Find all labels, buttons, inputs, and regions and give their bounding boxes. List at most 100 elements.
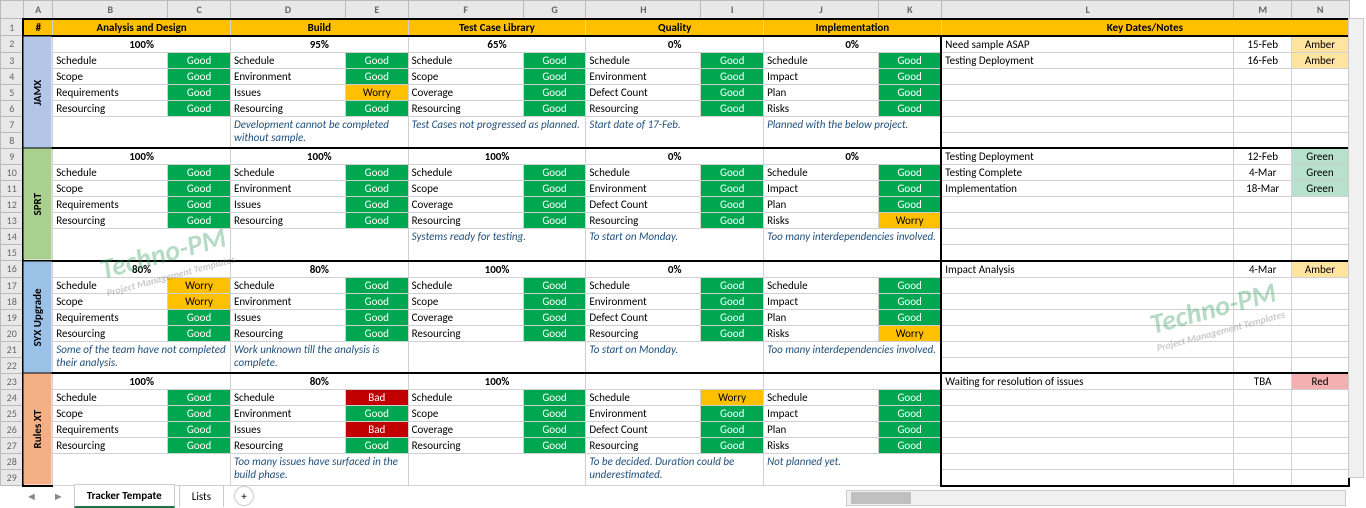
item-status[interactable]: Good	[879, 406, 942, 422]
row-header[interactable]: 21	[1, 341, 24, 357]
keydate-status[interactable]	[1291, 390, 1349, 406]
keydate-label[interactable]: Testing Deployment	[941, 148, 1234, 165]
item-status[interactable]: Good	[345, 213, 408, 229]
row-header[interactable]: 17	[1, 277, 24, 293]
item-status[interactable]: Good	[523, 293, 586, 309]
item-status[interactable]: Good	[879, 165, 942, 181]
keydate-label[interactable]	[941, 422, 1234, 438]
keydate-date[interactable]	[1234, 197, 1291, 213]
item-label[interactable]: Requirements	[53, 422, 168, 438]
item-label[interactable]: Resourcing	[230, 213, 345, 229]
keydate-date[interactable]	[1234, 325, 1291, 341]
column-header[interactable]: G	[523, 1, 586, 19]
keydate-date[interactable]: TBA	[1234, 373, 1291, 390]
item-label[interactable]: Schedule	[586, 165, 701, 181]
percent-complete[interactable]: 100%	[53, 373, 231, 390]
item-status[interactable]: Good	[523, 277, 586, 293]
item-label[interactable]: Scope	[53, 293, 168, 309]
nav-prev-icon[interactable]: ◄	[20, 490, 43, 503]
keydate-label[interactable]: Implementation	[941, 181, 1234, 197]
item-label[interactable]: Schedule	[408, 52, 523, 68]
keydate-date[interactable]	[1234, 68, 1291, 84]
item-status[interactable]: Good	[701, 277, 764, 293]
item-status[interactable]: Good	[345, 197, 408, 213]
keydate-label[interactable]: Waiting for resolution of issues	[941, 373, 1234, 390]
item-label[interactable]: Schedule	[408, 390, 523, 406]
item-status[interactable]: Good	[168, 406, 231, 422]
item-status[interactable]: Good	[345, 181, 408, 197]
cell[interactable]	[1291, 341, 1349, 357]
cell[interactable]	[1234, 357, 1291, 373]
item-label[interactable]: Defect Count	[586, 422, 701, 438]
item-label[interactable]: Environment	[230, 68, 345, 84]
horizontal-scrollbar[interactable]	[846, 490, 1346, 506]
column-header[interactable]: B	[53, 1, 168, 19]
item-label[interactable]: Schedule	[586, 52, 701, 68]
item-status[interactable]: Good	[345, 293, 408, 309]
item-status[interactable]: Good	[168, 309, 231, 325]
item-status[interactable]: Good	[523, 406, 586, 422]
item-status[interactable]: Good	[701, 422, 764, 438]
item-status[interactable]: Worry	[879, 325, 942, 341]
item-status[interactable]: Good	[168, 325, 231, 341]
row-header[interactable]: 10	[1, 165, 24, 181]
item-status[interactable]: Good	[345, 438, 408, 454]
item-status[interactable]: Good	[879, 438, 942, 454]
item-status[interactable]: Good	[701, 213, 764, 229]
item-label[interactable]: Coverage	[408, 422, 523, 438]
keydate-status[interactable]	[1291, 422, 1349, 438]
row-header[interactable]: 15	[1, 245, 24, 261]
cell[interactable]	[941, 245, 1234, 261]
item-status[interactable]: Good	[879, 293, 942, 309]
item-label[interactable]: Schedule	[408, 277, 523, 293]
keydate-label[interactable]: Need sample ASAP	[941, 36, 1234, 53]
item-label[interactable]: Resourcing	[408, 438, 523, 454]
item-label[interactable]: Schedule	[230, 390, 345, 406]
item-label[interactable]: Resourcing	[230, 100, 345, 116]
item-status[interactable]: Good	[523, 325, 586, 341]
item-status[interactable]: Good	[523, 197, 586, 213]
percent-complete[interactable]	[764, 373, 942, 390]
item-status[interactable]: Good	[879, 309, 942, 325]
section-note[interactable]: Too many interdependencies involved.	[764, 341, 942, 373]
keydate-label[interactable]	[941, 277, 1234, 293]
keydate-label[interactable]	[941, 325, 1234, 341]
row-header[interactable]: 7	[1, 116, 24, 132]
spreadsheet-grid[interactable]: ABCDEFGHIJKLMN1#Analysis and DesignBuild…	[0, 0, 1350, 487]
item-status[interactable]: Good	[701, 181, 764, 197]
keydate-date[interactable]: 16-Feb	[1234, 52, 1291, 68]
percent-complete[interactable]: 80%	[53, 261, 231, 278]
item-status[interactable]: Good	[168, 438, 231, 454]
item-status[interactable]: Good	[168, 84, 231, 100]
section-note[interactable]: To be decided. Duration could be underes…	[586, 454, 764, 486]
column-header[interactable]: I	[701, 1, 764, 19]
percent-complete[interactable]: 0%	[764, 36, 942, 53]
section-note[interactable]: Too many interdependencies involved.	[764, 229, 942, 261]
section-note[interactable]	[408, 454, 586, 486]
item-status[interactable]: Good	[879, 422, 942, 438]
add-sheet-icon[interactable]: +	[234, 486, 254, 506]
column-header[interactable]: D	[230, 1, 345, 19]
keydate-label[interactable]	[941, 84, 1234, 100]
item-status[interactable]: Good	[168, 197, 231, 213]
item-status[interactable]: Good	[879, 390, 942, 406]
keydate-label[interactable]	[941, 406, 1234, 422]
percent-complete[interactable]: 80%	[230, 373, 408, 390]
row-header[interactable]: 23	[1, 373, 24, 390]
row-header[interactable]: 5	[1, 84, 24, 100]
section-note[interactable]	[53, 229, 231, 261]
item-status[interactable]: Good	[701, 309, 764, 325]
item-label[interactable]: Risks	[764, 100, 879, 116]
keydate-label[interactable]	[941, 438, 1234, 454]
keydate-label[interactable]: Testing Deployment	[941, 52, 1234, 68]
item-label[interactable]: Scope	[408, 406, 523, 422]
item-status[interactable]: Good	[701, 52, 764, 68]
section-note[interactable]: Start date of 17-Feb.	[586, 116, 764, 148]
percent-complete[interactable]	[764, 261, 942, 278]
keydate-label[interactable]	[941, 197, 1234, 213]
keydate-status[interactable]	[1291, 213, 1349, 229]
item-status[interactable]: Worry	[345, 84, 408, 100]
keydate-date[interactable]	[1234, 390, 1291, 406]
item-label[interactable]: Resourcing	[408, 213, 523, 229]
item-label[interactable]: Resourcing	[586, 325, 701, 341]
